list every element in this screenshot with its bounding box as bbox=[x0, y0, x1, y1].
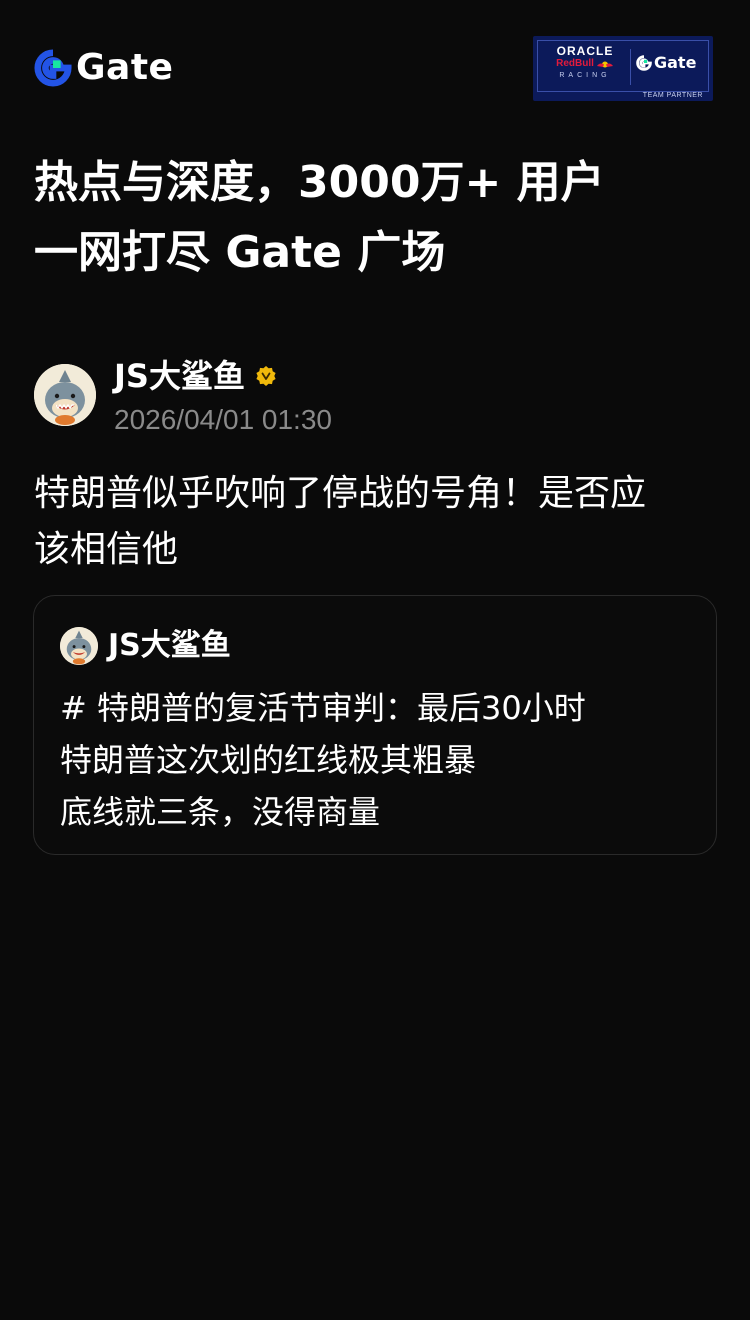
redbull-text: RedBull bbox=[556, 58, 594, 69]
post-timestamp: 2026/04/01 01:30 bbox=[114, 404, 332, 435]
verified-badge-icon bbox=[256, 366, 276, 386]
post-author: JS大鲨鱼 2026/04/01 01:30 bbox=[34, 356, 724, 446]
quoted-post-body: # 特朗普的复活节审判：最后30小时 特朗普这次划的红线极其粗暴 底线就三条，没… bbox=[60, 682, 700, 838]
redbull-row: RedBull bbox=[544, 58, 626, 70]
badge-gate-text: Gate bbox=[654, 53, 697, 72]
avatar[interactable] bbox=[34, 364, 96, 426]
bull-icon bbox=[596, 61, 613, 67]
partner-badge: ORACLE RedBull RACING Gate TEAM PARTNER bbox=[533, 36, 713, 101]
quoted-line-2: 特朗普这次划的红线极其粗暴 bbox=[60, 741, 477, 779]
avatar[interactable] bbox=[60, 627, 98, 665]
gate-logo-icon bbox=[34, 49, 72, 87]
team-partner-text: TEAM PARTNER bbox=[642, 92, 703, 99]
headline-line-1: 热点与深度，3000万+ 用户 bbox=[34, 157, 605, 208]
partner-badge-frame: ORACLE RedBull RACING Gate bbox=[537, 40, 709, 92]
post-body-line-2: 该相信他 bbox=[34, 529, 179, 570]
badge-gate-logo: Gate bbox=[636, 53, 696, 73]
post-body: 特朗普似乎吹响了停战的号角！是否应 该相信他 bbox=[34, 466, 724, 578]
quoted-line-3: 底线就三条，没得商量 bbox=[60, 793, 381, 831]
header: Gate ORACLE RedBull RACING Gate TEAM PAR… bbox=[0, 0, 750, 110]
racing-text: RACING bbox=[559, 72, 611, 79]
gate-logo-icon bbox=[636, 55, 652, 71]
author-name-row: JS大鲨鱼 bbox=[114, 356, 277, 396]
oracle-text: ORACLE bbox=[556, 44, 614, 58]
page-headline: 热点与深度，3000万+ 用户 一网打尽 Gate 广场 bbox=[34, 148, 724, 288]
quoted-author-name[interactable]: JS大鲨鱼 bbox=[108, 626, 231, 666]
post-body-line-1: 特朗普似乎吹响了停战的号角！是否应 bbox=[34, 473, 647, 514]
author-name[interactable]: JS大鲨鱼 bbox=[114, 356, 245, 396]
shark-avatar-icon bbox=[60, 627, 98, 665]
gate-logo[interactable]: Gate bbox=[34, 46, 173, 90]
quoted-line-1: # 特朗普的复活节审判：最后30小时 bbox=[60, 689, 586, 727]
quoted-author: JS大鲨鱼 bbox=[60, 626, 231, 666]
headline-line-2: 一网打尽 Gate 广场 bbox=[34, 227, 446, 278]
oracle-redbull-racing-logo: ORACLE RedBull RACING bbox=[544, 45, 626, 82]
shark-avatar-icon bbox=[34, 364, 96, 426]
logo-wordmark: Gate bbox=[76, 47, 174, 88]
badge-divider bbox=[630, 49, 631, 85]
quoted-post-card[interactable]: JS大鲨鱼 # 特朗普的复活节审判：最后30小时 特朗普这次划的红线极其粗暴 底… bbox=[33, 595, 717, 855]
